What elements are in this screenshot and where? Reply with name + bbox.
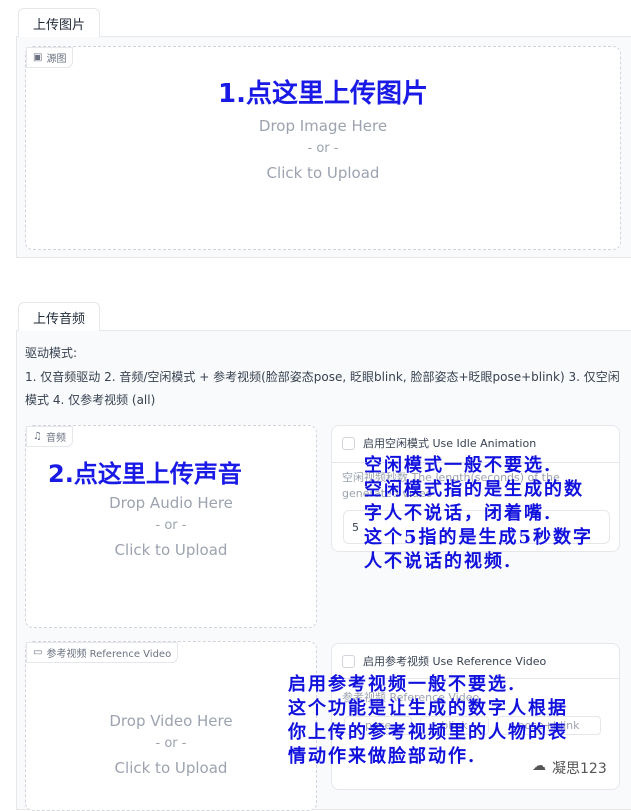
- image-label: ▣ 源图: [26, 47, 74, 68]
- idle-checkbox[interactable]: [342, 436, 355, 450]
- wechat-icon: ☁: [532, 758, 546, 774]
- note-line: 空闲模式指的是生成的数: [364, 479, 584, 500]
- audio-label: ♫ 音频: [26, 426, 73, 447]
- audio-upload-dropzone[interactable]: ♫ 音频 2.点这里上传声音 Drop Audio Here - or - Cli…: [25, 425, 317, 628]
- click-upload-text: Click to Upload: [114, 541, 228, 559]
- tab-upload-image[interactable]: 上传图片: [18, 8, 100, 37]
- click-upload-text: Click to Upload: [266, 164, 380, 182]
- click-upload-text: Click to Upload: [114, 759, 228, 777]
- note-line: 情动作来做脸部动作.: [288, 746, 477, 767]
- idle-checkbox-label: 启用空闲模式 Use Idle Animation: [363, 437, 537, 450]
- video-label-text: 参考视频 Reference Video: [46, 649, 172, 660]
- idle-annotation: 空闲模式一般不要选. 空闲模式指的是生成的数 字人不说话，闭着嘴. 这个5指的是…: [364, 454, 593, 574]
- note-line: 启用参考视频一般不要选.: [288, 674, 517, 695]
- reference-checkbox-label: 启用参考视频 Use Reference Video: [363, 655, 547, 668]
- image-upload-dropzone[interactable]: ▣ 源图 1.点这里上传图片 Drop Image Here - or - Cli…: [25, 46, 621, 250]
- reference-checkbox[interactable]: [342, 654, 355, 668]
- note-line: 人不说话的视频.: [364, 551, 513, 572]
- reference-annotation: 启用参考视频一般不要选. 这个功能是让生成的数字人根据 你上传的参考视频里的人物…: [288, 673, 568, 769]
- image-label-text: 源图: [46, 54, 67, 65]
- image-icon: ▣: [33, 52, 43, 63]
- video-upload-dropzone[interactable]: ▭ 参考视频 Reference Video Drop Video Here - …: [25, 641, 317, 811]
- watermark: ☁ 凝思123: [532, 758, 607, 778]
- note-line: 字人不说话，闭着嘴.: [364, 503, 553, 524]
- drop-audio-text: Drop Audio Here: [109, 494, 233, 512]
- music-note-icon: ♫: [33, 431, 42, 442]
- note-line: 你上传的参考视频里的人物的表: [288, 722, 568, 743]
- watermark-text: 凝思123: [552, 761, 607, 777]
- or-text: - or -: [155, 736, 187, 751]
- audio-label-text: 音频: [45, 433, 66, 444]
- audio-annotation: 2.点这里上传声音: [48, 460, 242, 488]
- note-line: 这个功能是让生成的数字人根据: [288, 698, 568, 719]
- image-annotation: 1.点这里上传图片: [218, 79, 428, 109]
- drop-video-text: Drop Video Here: [109, 712, 233, 730]
- note-line: 空闲模式一般不要选.: [364, 455, 553, 476]
- idle-checkbox-row[interactable]: 启用空闲模式 Use Idle Animation: [342, 435, 536, 451]
- tab-upload-audio[interactable]: 上传音频: [18, 302, 100, 331]
- or-text: - or -: [155, 518, 187, 533]
- drop-image-text: Drop Image Here: [258, 117, 388, 135]
- note-line: 这个5指的是生成5秒数字: [364, 527, 594, 548]
- reference-checkbox-row[interactable]: 启用参考视频 Use Reference Video: [342, 653, 546, 669]
- video-camera-icon: ▭: [33, 647, 43, 658]
- drive-mode-description: 1. 仅音频驱动 2. 音频/空闲模式 + 参考视频(脸部姿态pose, 眨眼b…: [25, 370, 620, 407]
- video-label: ▭ 参考视频 Reference Video: [26, 642, 179, 663]
- or-text: - or -: [307, 141, 339, 156]
- drive-mode-title: 驱动模式:: [25, 346, 78, 360]
